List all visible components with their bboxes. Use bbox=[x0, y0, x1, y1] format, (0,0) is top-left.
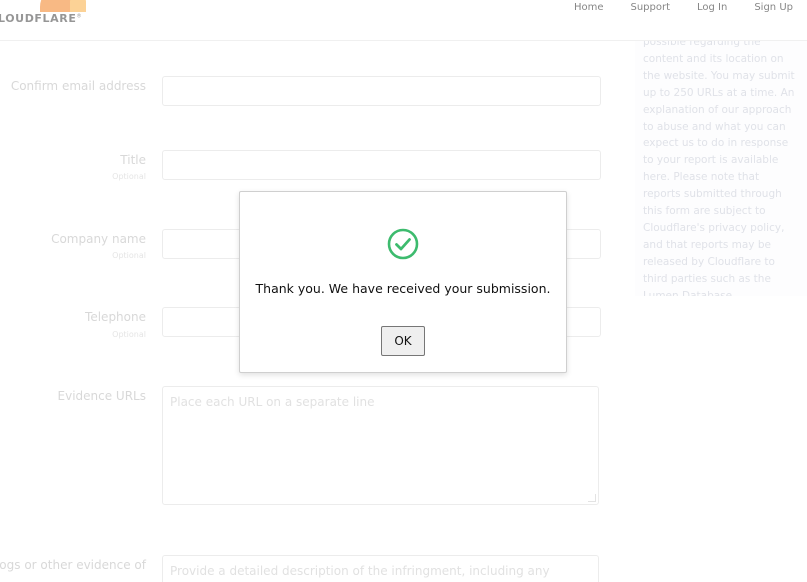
submission-dialog: Thank you. We have received your submiss… bbox=[239, 191, 567, 373]
check-circle-icon bbox=[387, 228, 419, 260]
ok-button[interactable]: OK bbox=[381, 326, 425, 356]
dialog-message: Thank you. We have received your submiss… bbox=[255, 281, 551, 296]
